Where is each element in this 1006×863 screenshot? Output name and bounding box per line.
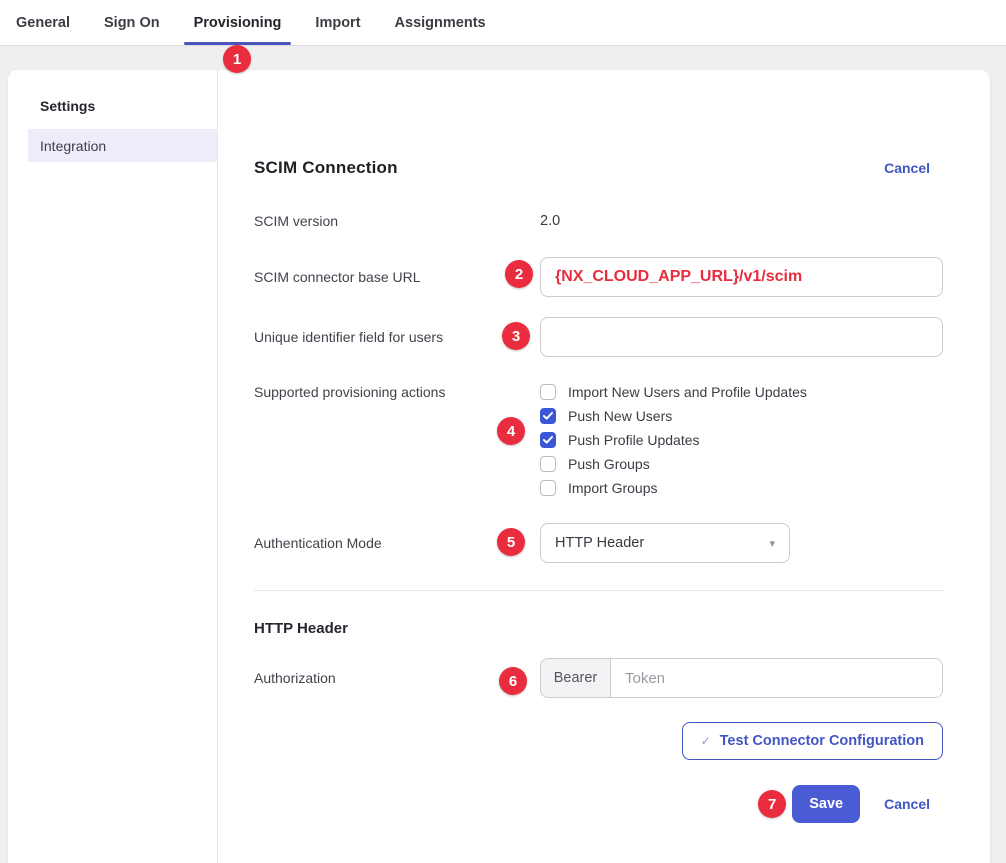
test-connector-row: ✓ Test Connector Configuration [254,722,943,760]
checkbox-label: Push Profile Updates [568,432,700,448]
tab-label: Assignments [395,15,486,31]
scim-version-row: SCIM version 2.0 [254,209,943,233]
panel-header: SCIM Connection Cancel [254,158,943,178]
checkbox-row-push-new-users[interactable]: Push New Users [540,404,943,428]
tab-label: General [16,15,70,31]
http-header-section-title: HTTP Header [254,620,943,637]
step-badge-6: 6 [499,667,527,695]
scim-connection-panel: SCIM Connection Cancel SCIM version 2.0 … [218,70,990,863]
cancel-link-top[interactable]: Cancel [884,160,930,176]
check-icon [543,436,553,444]
app-tab-bar: General Sign On Provisioning Import Assi… [0,0,1006,46]
sidebar-heading: Settings [8,98,217,114]
checkbox[interactable] [540,384,556,400]
tab-sign-on[interactable]: Sign On [94,0,170,45]
scim-version-value: 2.0 [540,213,943,229]
checkbox-row-import-new-users[interactable]: Import New Users and Profile Updates [540,380,943,404]
provisioning-card: Settings Integration SCIM Connection Can… [8,70,990,863]
provisioning-actions-label: Supported provisioning actions [254,380,540,500]
section-divider [254,590,943,591]
step-badge-7: 7 [758,790,786,818]
cancel-button[interactable]: Cancel [884,796,930,812]
step-badge-3: 3 [502,322,530,350]
base-url-input[interactable] [540,257,943,297]
page-title: SCIM Connection [254,158,398,178]
checkbox-label: Push New Users [568,408,672,424]
settings-sidebar: Settings Integration [8,70,218,863]
checkbox[interactable] [540,456,556,472]
base-url-row: SCIM connector base URL 2 [254,257,943,297]
token-input[interactable] [611,659,942,697]
scim-version-label: SCIM version [254,213,540,229]
sidebar-item-integration[interactable]: Integration [28,129,217,162]
tab-general[interactable]: General [6,0,80,45]
checkbox-row-import-groups[interactable]: Import Groups [540,476,943,500]
base-url-label: SCIM connector base URL [254,269,540,285]
check-icon [543,412,553,420]
authorization-row: Authorization 6 Bearer [254,658,943,698]
step-badge-4: 4 [497,417,525,445]
bearer-prefix: Bearer [541,659,611,697]
authorization-input-group: Bearer [540,658,943,698]
tab-label: Sign On [104,15,160,31]
tab-label: Import [315,15,360,31]
checkbox[interactable] [540,432,556,448]
checkbox-row-push-groups[interactable]: Push Groups [540,452,943,476]
checkbox[interactable] [540,408,556,424]
provisioning-actions-row: Supported provisioning actions 4 Import … [254,380,943,500]
chevron-down-icon: ▾ [769,537,775,550]
checkbox-label: Import Groups [568,480,657,496]
test-connector-label: Test Connector Configuration [720,733,924,749]
check-icon: ✓ [701,734,711,748]
checkbox-label: Import New Users and Profile Updates [568,384,807,400]
step-badge-2: 2 [505,260,533,288]
authorization-label: Authorization [254,670,540,686]
unique-id-input[interactable] [540,317,943,357]
unique-id-row: Unique identifier field for users 3 [254,317,943,357]
checkbox[interactable] [540,480,556,496]
checkbox-row-push-profile-updates[interactable]: Push Profile Updates [540,428,943,452]
tab-assignments[interactable]: Assignments [385,0,496,45]
auth-mode-row: Authentication Mode 5 HTTP Header ▾ [254,523,943,563]
save-button[interactable]: Save [792,785,860,823]
auth-mode-select[interactable]: HTTP Header ▾ [540,523,790,563]
auth-mode-selected-value: HTTP Header [555,535,644,551]
tab-label: Provisioning [194,15,282,31]
step-badge-5: 5 [497,528,525,556]
form-actions-row: 7 Save Cancel [254,785,930,823]
sidebar-item-label: Integration [40,138,106,154]
tab-import[interactable]: Import [305,0,370,45]
step-badge-1: 1 [223,45,251,73]
unique-id-label: Unique identifier field for users [254,329,540,345]
tab-provisioning[interactable]: Provisioning [184,0,292,45]
checkbox-label: Push Groups [568,456,650,472]
test-connector-button[interactable]: ✓ Test Connector Configuration [682,722,943,760]
